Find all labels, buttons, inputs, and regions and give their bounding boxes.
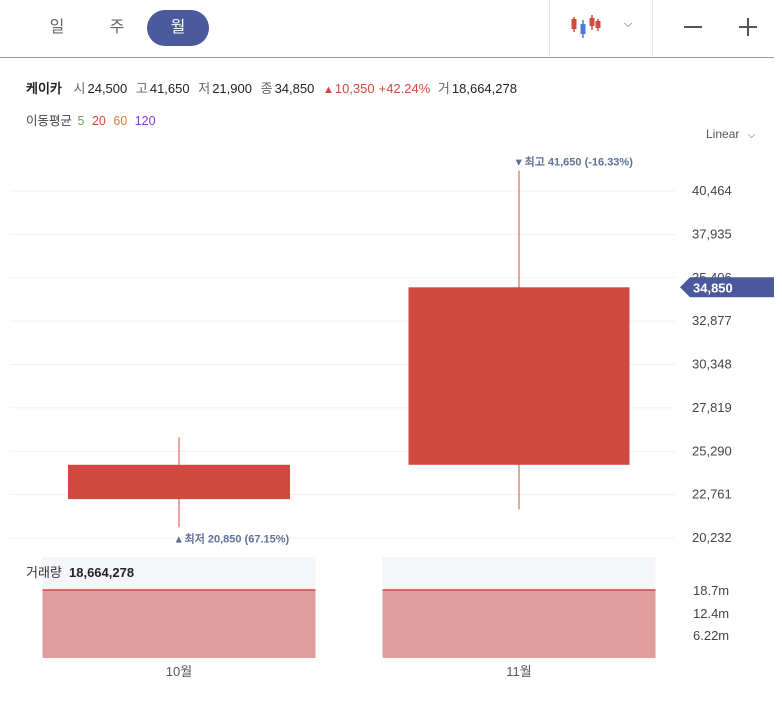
y-tick-label: 25,290 (692, 443, 732, 458)
candle-body (408, 287, 630, 465)
price-chart: 40,46437,93535,40632,87730,34827,81925,2… (10, 155, 774, 679)
volume-title: 거래량 (26, 565, 62, 580)
candle-body (68, 464, 290, 500)
x-tick-label: 11월 (506, 664, 531, 679)
y-tick-label: 30,348 (692, 357, 732, 372)
extreme-annotation: ▾ 최고 41,650 (-16.33%) (515, 155, 633, 169)
y-tick-label: 20,232 (692, 530, 732, 545)
volume-bar (382, 590, 656, 658)
x-tick-label: 10월 (166, 664, 192, 679)
extreme-annotation: ▴ 최저 20,850 (67.15%) (175, 531, 290, 545)
y-tick-label: 40,464 (692, 183, 732, 198)
volume-value-label: 18,664,278 (69, 565, 134, 580)
last-price-label: 34,850 (693, 280, 733, 295)
y-tick-label: 22,761 (692, 487, 732, 502)
y-tick-label: 32,877 (692, 313, 732, 328)
volume-tick-label: 18.7m (693, 583, 729, 598)
volume-tick-label: 12.4m (693, 606, 729, 621)
volume-bar (42, 590, 316, 658)
y-tick-label: 27,819 (692, 400, 732, 415)
volume-tick-label: 6.22m (693, 628, 729, 643)
y-tick-label: 37,935 (692, 226, 732, 241)
